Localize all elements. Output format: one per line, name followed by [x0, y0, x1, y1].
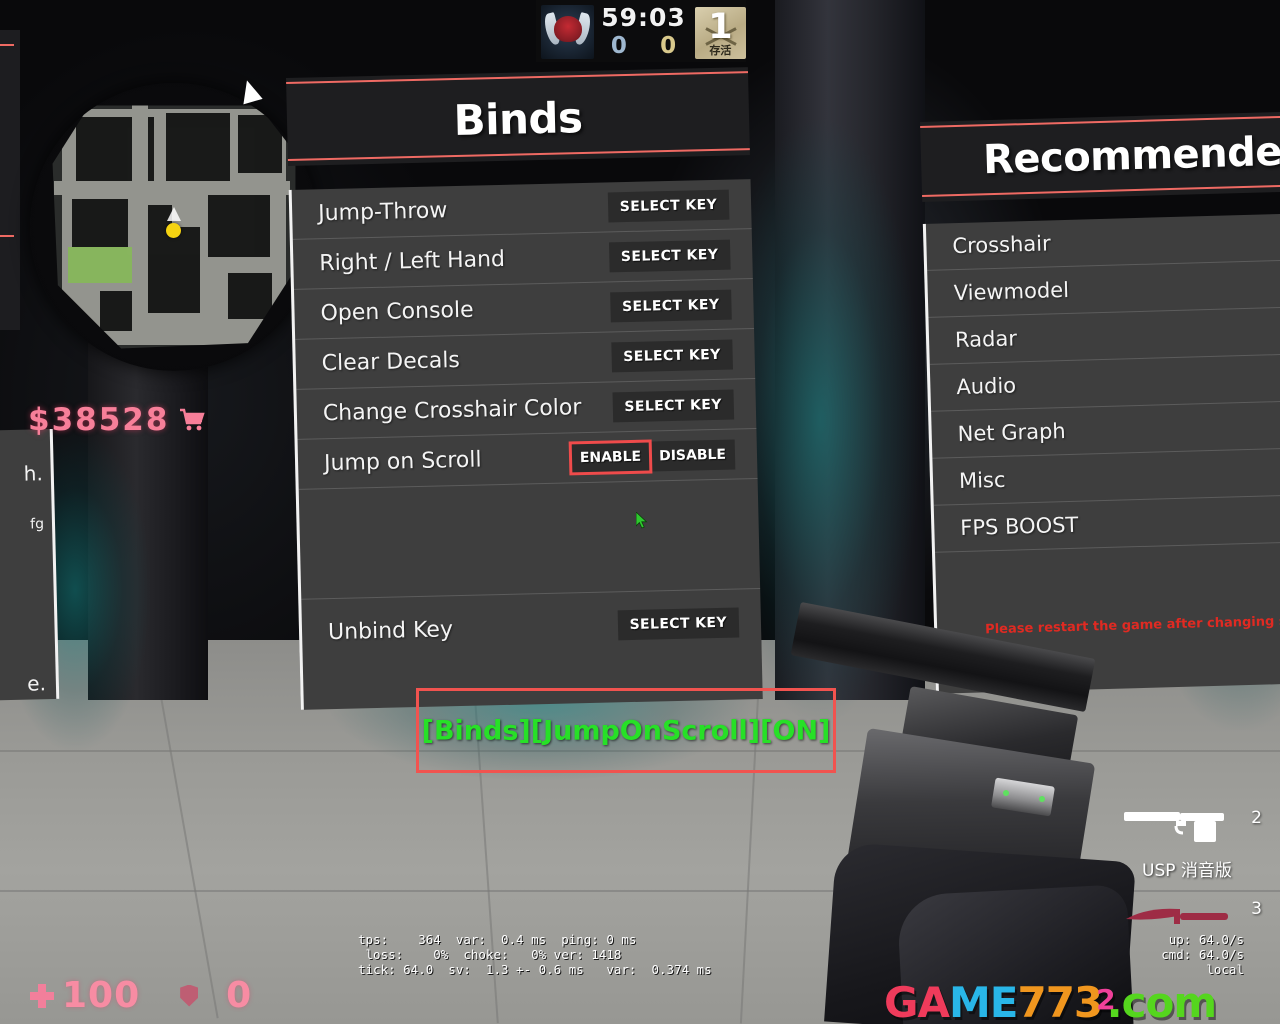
- recommended-panel: Recommended Crosshair APPLY Viewmodel AP…: [920, 108, 1280, 702]
- annotation-text: [Binds][JumpOnScroll][ON]: [421, 715, 831, 746]
- disable-button[interactable]: DISABLE: [650, 439, 736, 471]
- weapon-slot-primary: 2: [1112, 800, 1262, 858]
- left-panel-text-1: h.: [23, 461, 44, 486]
- enable-button[interactable]: ENABLE: [568, 438, 653, 476]
- weapon-slot-number: 3: [1251, 899, 1262, 919]
- game-screen: h. fg e. $38528 59:03 0 0 1 存活 Binds Jum…: [0, 0, 1280, 1024]
- watermark-part-1: GA: [884, 978, 950, 1024]
- money-amount: $38528: [28, 402, 170, 438]
- left-panel-text-3: e.: [26, 671, 47, 696]
- recommended-panel-body: Crosshair APPLY Viewmodel APPLY Radar AP…: [922, 212, 1280, 694]
- select-key-button[interactable]: SELECT KEY: [612, 389, 735, 422]
- rec-row-fps-boost[interactable]: FPS BOOST APPLY: [933, 494, 1280, 553]
- bind-label: Jump-Throw: [317, 198, 448, 227]
- weapon-slot-number: 2: [1251, 808, 1262, 828]
- left-panel-title-strip: [0, 30, 20, 330]
- bind-label: Jump on Scroll: [323, 447, 482, 477]
- binds-panel: Binds Jump-Throw SELECT KEY Right / Left…: [286, 67, 763, 710]
- shopping-cart-icon: [179, 408, 206, 432]
- left-partial-panel: h. fg e.: [0, 428, 60, 702]
- bind-label: Unbind Key: [327, 616, 454, 645]
- health-cross-icon: [30, 983, 54, 1008]
- money-hud: $38528: [28, 402, 206, 438]
- top-hud: 59:03 0 0 1 存活: [536, 0, 747, 62]
- knife-icon: [1124, 903, 1232, 929]
- rec-label: Audio: [956, 373, 1017, 400]
- health-value: 100: [62, 975, 141, 1016]
- armor-shield-icon: [180, 984, 199, 1007]
- rec-label: Crosshair: [952, 231, 1051, 259]
- select-key-button[interactable]: SELECT KEY: [617, 607, 740, 641]
- radar-minimap: [30, 83, 318, 371]
- round-timer: 59:03: [601, 2, 686, 32]
- pistol-icon: [1124, 810, 1232, 844]
- binds-panel-title-bar: Binds: [286, 67, 750, 166]
- rank-number: 1: [708, 6, 733, 47]
- player-view-cone: [167, 207, 181, 221]
- binds-panel-body: Jump-Throw SELECT KEY Right / Left Hand …: [288, 179, 763, 710]
- weapon-sight-dot-left: [1003, 790, 1009, 796]
- select-key-button[interactable]: SELECT KEY: [608, 239, 731, 272]
- netgraph-stats-left: tps: 364 var: 0.4 ms ping: 0 ms loss: 0%…: [358, 932, 712, 977]
- bind-label: Open Console: [320, 297, 474, 327]
- watermark-part-3: 773: [1017, 978, 1103, 1024]
- team-logo-icon: [541, 5, 595, 59]
- player-position-dot: [166, 223, 181, 238]
- jump-on-scroll-toggle-group: ENABLE DISABLE: [568, 438, 736, 476]
- weapon-inventory-hud: 2 USP 消音版 3: [1112, 800, 1262, 949]
- select-key-button[interactable]: SELECT KEY: [607, 189, 730, 222]
- round-info: 59:03 0 0: [594, 2, 693, 59]
- rec-label: Radar: [954, 326, 1018, 353]
- select-key-button[interactable]: SELECT KEY: [609, 289, 732, 322]
- select-key-button[interactable]: SELECT KEY: [610, 339, 733, 372]
- weapon-sight-dot-right: [1039, 796, 1045, 802]
- armor-value: 0: [226, 975, 252, 1016]
- restart-warning-text: Please restart the game after changing s…: [984, 613, 1280, 638]
- left-panel-text-2: fg: [29, 516, 45, 533]
- health-armor-hud: 100 0: [30, 975, 251, 1016]
- rank-badge: 1 存活: [694, 6, 747, 59]
- recommended-panel-title: Recommended: [982, 128, 1280, 184]
- weapon-name: USP 消音版: [1142, 861, 1232, 881]
- rec-label: Misc: [958, 467, 1006, 494]
- site-watermark: GAME7732.com: [884, 978, 1230, 1024]
- bind-label: Clear Decals: [321, 347, 461, 377]
- watermark-part-5: .com: [1106, 978, 1217, 1024]
- binds-panel-spacer: [298, 479, 761, 600]
- score-t: 0: [660, 32, 677, 59]
- score-ct: 0: [610, 32, 627, 59]
- bind-row-unbind-key[interactable]: Unbind Key SELECT KEY: [301, 597, 761, 658]
- scene-pillar-right: [775, 0, 925, 700]
- recommended-panel-title-bar: Recommended: [920, 108, 1280, 202]
- rec-label: Net Graph: [957, 419, 1066, 447]
- rank-label: 存活: [709, 44, 732, 57]
- annotation-box: [Binds][JumpOnScroll][ON]: [416, 688, 836, 773]
- watermark-part-2: ME: [948, 978, 1018, 1024]
- rec-label: FPS BOOST: [960, 512, 1079, 541]
- bind-label: Change Crosshair Color: [322, 395, 582, 427]
- rec-label: Viewmodel: [953, 277, 1070, 306]
- binds-panel-title: Binds: [453, 92, 584, 145]
- bind-label: Right / Left Hand: [319, 246, 506, 277]
- netgraph-stats-right: up: 64.0/s cmd: 64.0/s local: [1161, 932, 1244, 977]
